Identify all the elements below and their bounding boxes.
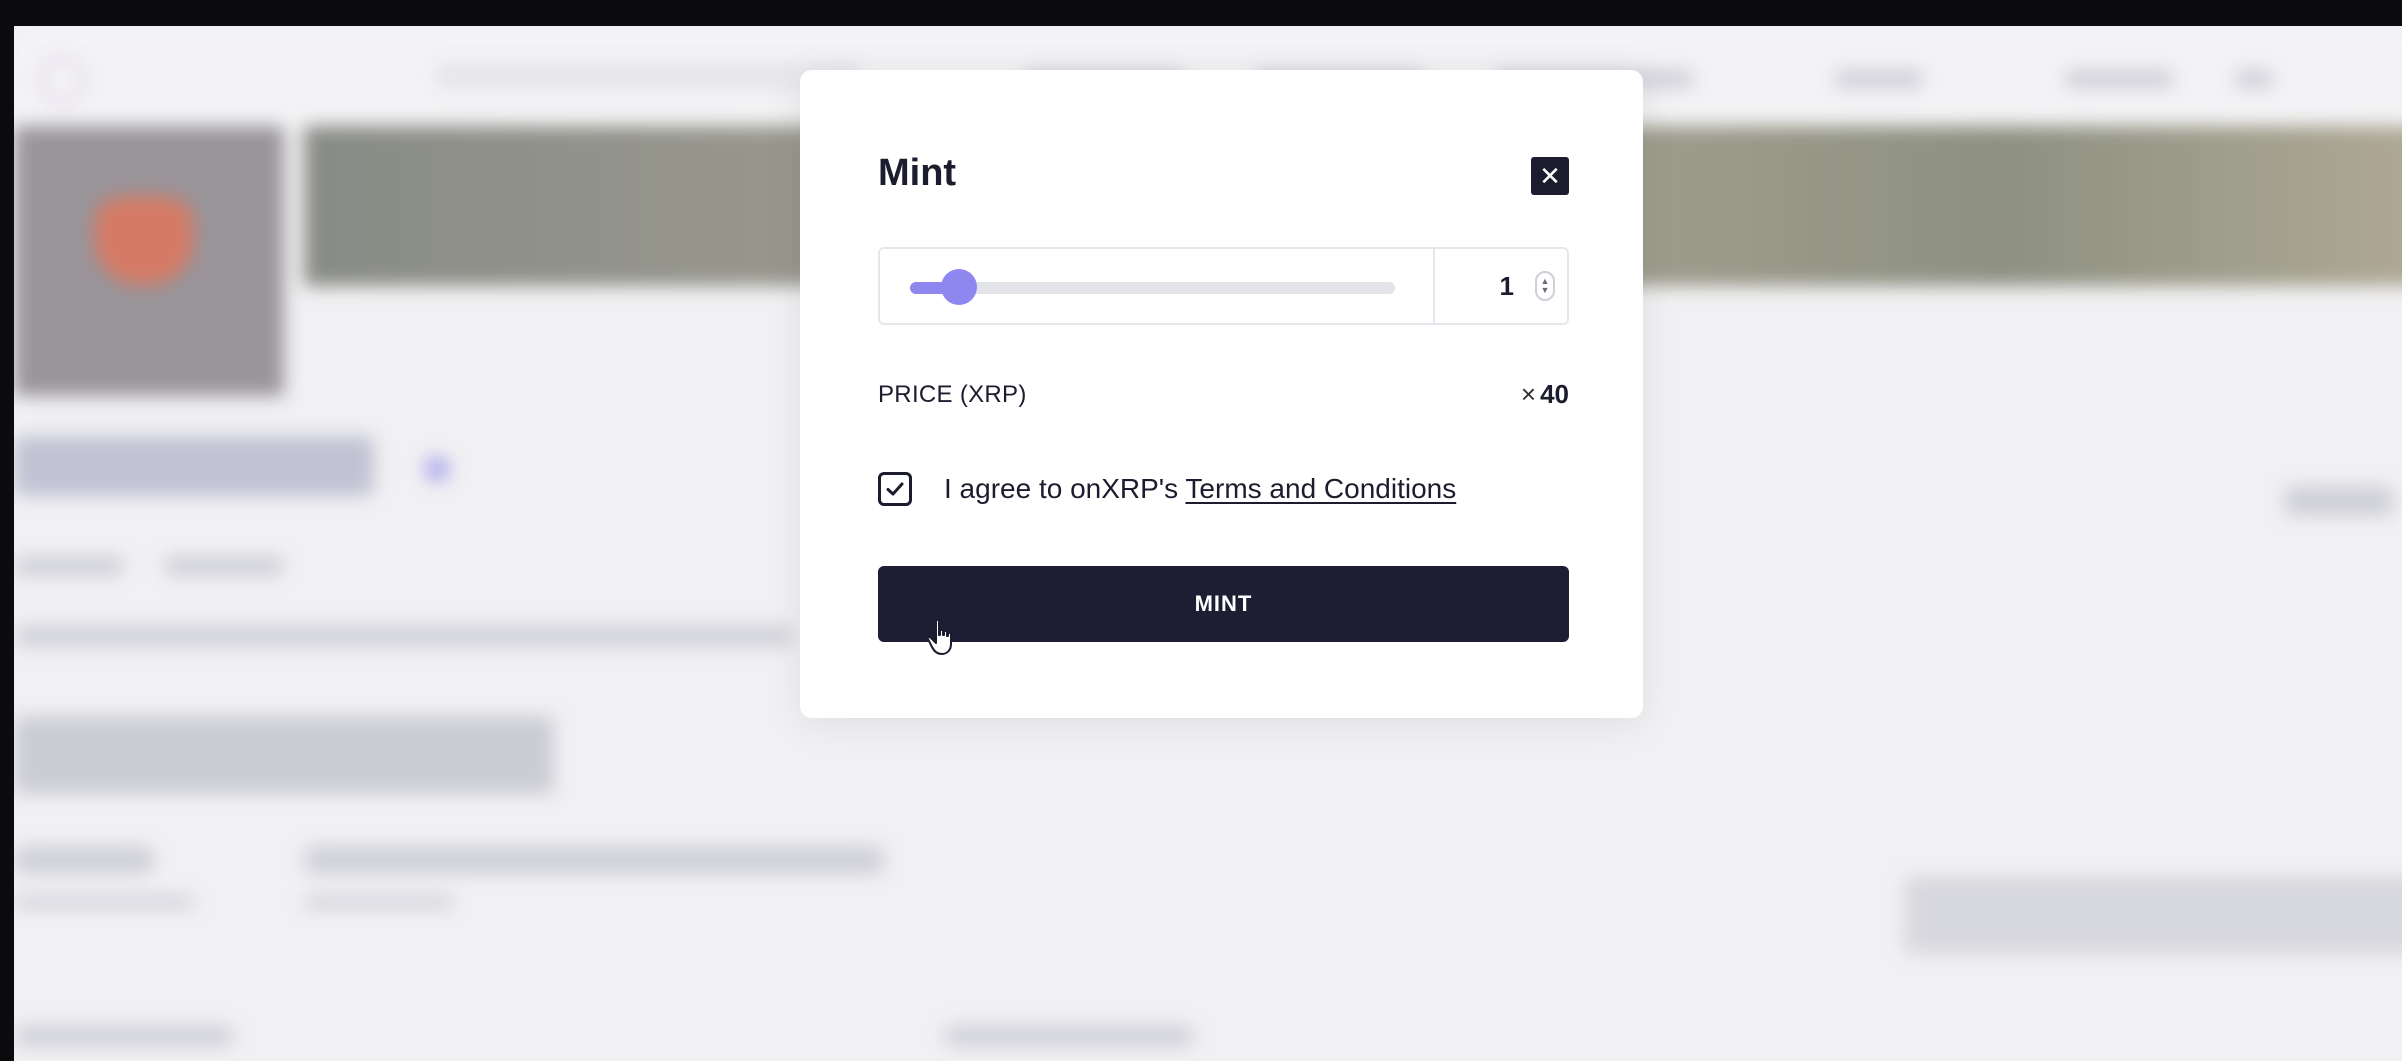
quantity-stepper[interactable]: ▲ ▼ [1535, 271, 1555, 301]
collection-avatar [14, 126, 284, 396]
text-placeholder [304, 846, 884, 874]
chevron-down-icon[interactable]: ▼ [1541, 286, 1550, 295]
nav-placeholder [1834, 70, 1924, 88]
text-placeholder [14, 556, 124, 576]
logo-icon [38, 56, 86, 104]
price-amount: 40 [1540, 379, 1569, 409]
slider-track [910, 282, 1395, 294]
checkmark-icon [886, 482, 904, 496]
terms-text: I agree to onXRP's [944, 473, 1186, 504]
divider [1433, 249, 1435, 323]
hand-cursor-icon [926, 618, 952, 655]
terms-link[interactable]: Terms and Conditions [1185, 473, 1456, 504]
slider-thumb[interactable] [941, 269, 978, 305]
quantity-slider[interactable] [910, 269, 1395, 305]
terms-checkbox[interactable] [878, 472, 912, 506]
text-placeholder [164, 556, 284, 576]
background-button [1904, 876, 2402, 954]
text-placeholder [944, 1026, 1194, 1046]
terms-agreement: I agree to onXRP's Terms and Conditions [944, 473, 1456, 505]
logo-placeholder [110, 60, 118, 94]
text-placeholder [304, 896, 454, 908]
mint-button[interactable]: MINT [878, 566, 1569, 642]
close-icon: ✕ [1539, 161, 1561, 191]
price-label: PRICE (XRP) [878, 381, 1027, 408]
icon-placeholder [2284, 486, 2394, 516]
text-placeholder [14, 896, 194, 908]
close-button[interactable]: ✕ [1531, 157, 1569, 195]
nav-placeholder [2234, 70, 2274, 88]
modal-title: Mint [878, 152, 957, 194]
price-value: × 40 [1521, 379, 1569, 410]
avatar-accent [94, 196, 194, 286]
collection-title-placeholder [14, 436, 374, 496]
text-placeholder [14, 626, 794, 646]
mint-modal: Mint ✕ ▲ ▼ PRICE (XRP) ×40 [800, 70, 1643, 718]
quantity-input[interactable] [1440, 263, 1514, 309]
quantity-selector: ▲ ▼ [878, 247, 1569, 325]
background-button [14, 716, 554, 794]
text-placeholder [14, 846, 154, 874]
nav-placeholder [2064, 70, 2174, 88]
multiply-sign: × [1520, 379, 1537, 409]
verified-badge-icon [424, 456, 450, 482]
text-placeholder [14, 1026, 234, 1046]
screen: Mint ✕ ▲ ▼ PRICE (XRP) ×40 [0, 0, 2402, 1061]
